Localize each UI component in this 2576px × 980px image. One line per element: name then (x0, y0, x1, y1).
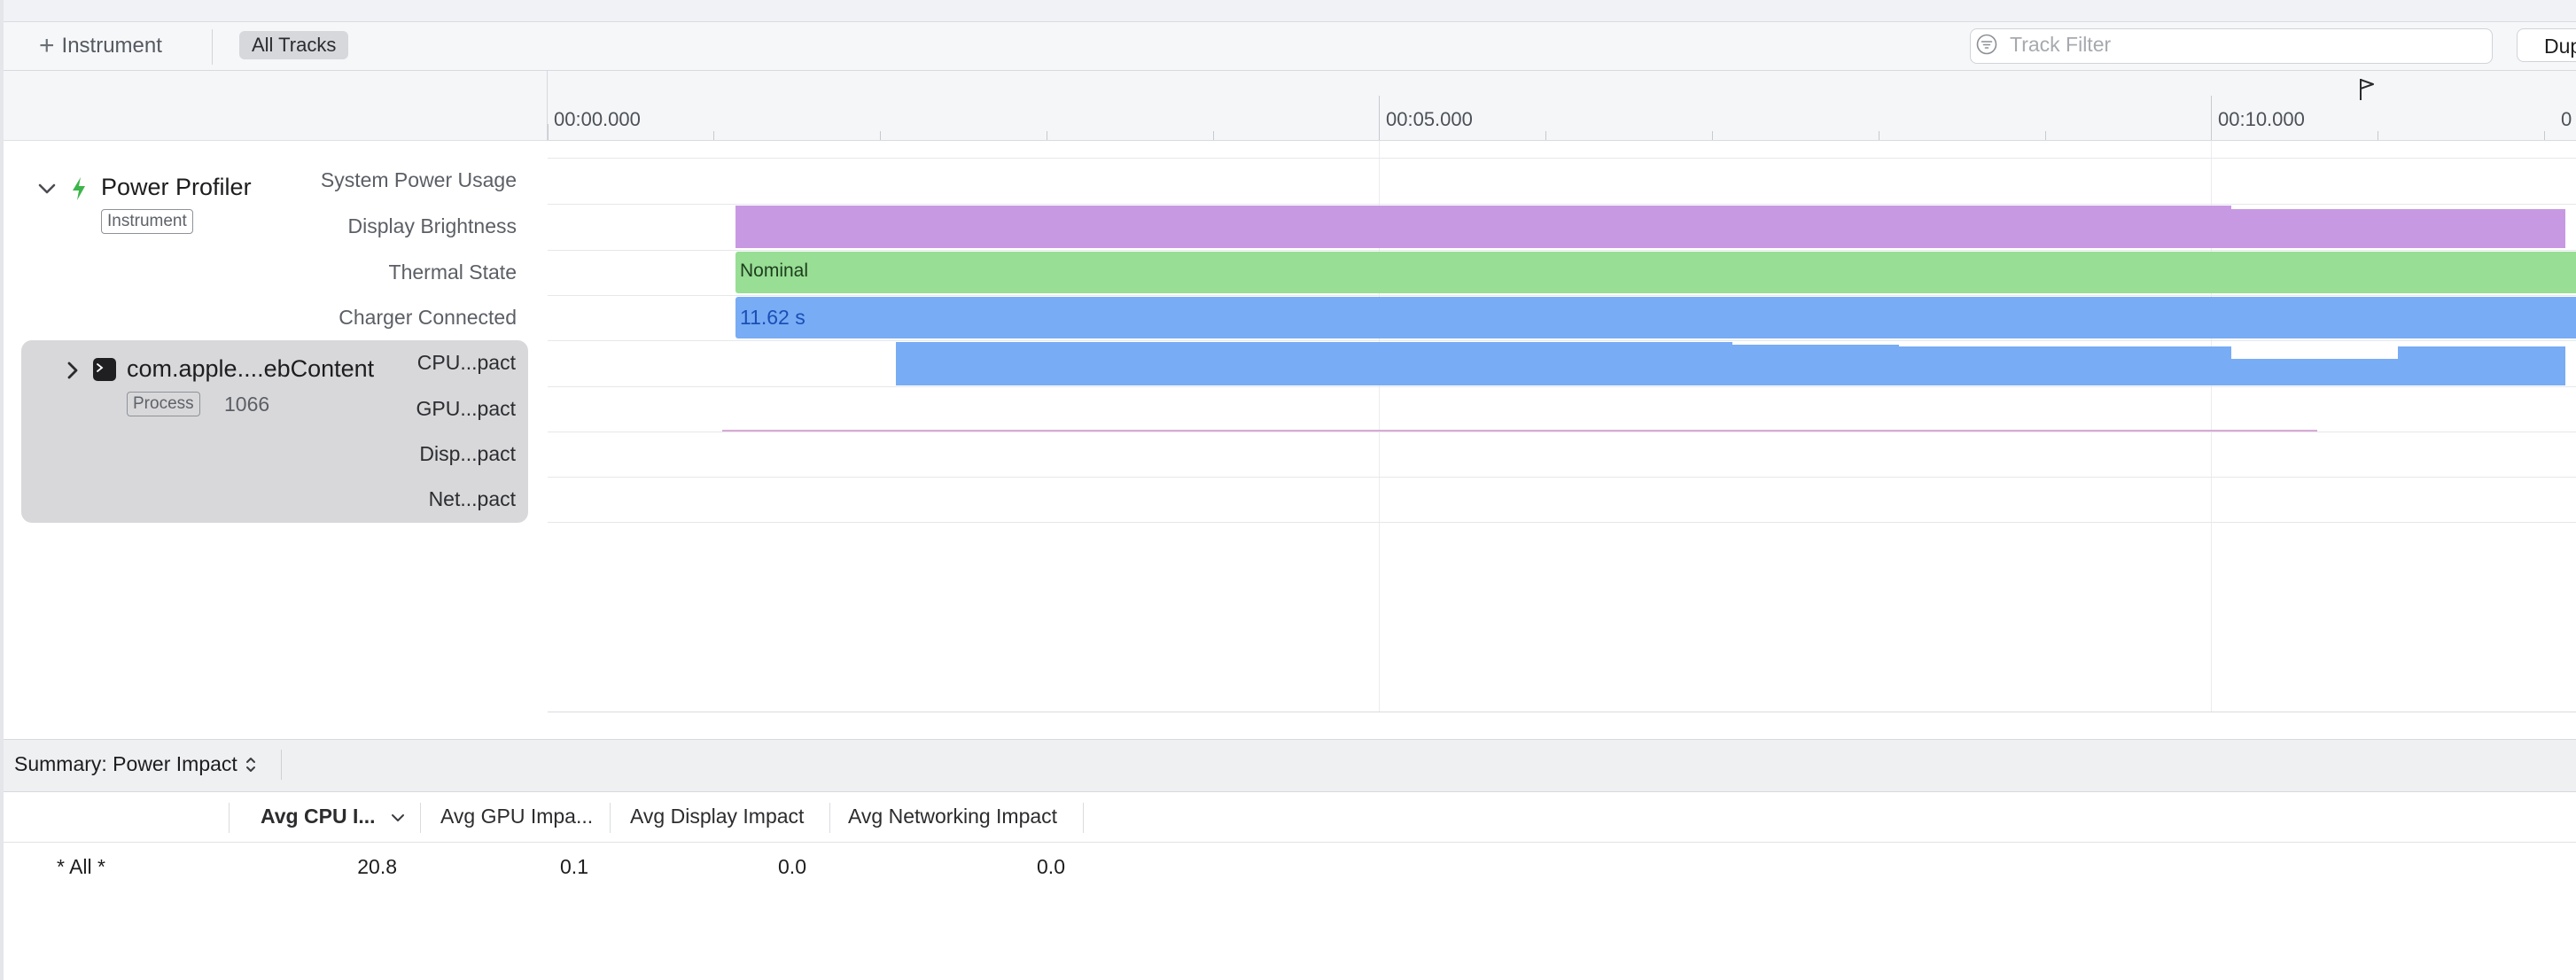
ruler-tick-label: 00:00.000 (554, 108, 641, 130)
track-label-gpu-impact: GPU...pact (416, 397, 516, 420)
display-brightness-bar[interactable] (735, 206, 2231, 248)
bolt-icon (73, 177, 85, 200)
column-separator (829, 803, 830, 833)
row-separator (548, 477, 2576, 478)
row-separator (548, 386, 2576, 387)
track-label-thermal-state: Thermal State (388, 261, 517, 284)
gpu-impact-line[interactable] (722, 430, 2317, 432)
column-header-avg-cpu[interactable]: Avg CPU I... (261, 805, 376, 828)
summary-label: Summary: Power Impact (14, 752, 237, 775)
ruler-tick (1379, 96, 1380, 140)
row-separator (548, 204, 2576, 205)
instrument-badge: Instrument (101, 209, 193, 234)
filter-icon (1976, 34, 1997, 55)
thermal-state-bar[interactable] (735, 252, 2576, 293)
cpu-impact-bar[interactable] (1899, 346, 2231, 385)
row-separator (548, 295, 2576, 296)
charger-connected-bar[interactable] (735, 297, 2576, 338)
track-label-charger-connected: Charger Connected (339, 306, 517, 329)
column-separator (229, 803, 230, 833)
row-separator (548, 340, 2576, 341)
table-cell-cpu: 20.8 (357, 855, 397, 878)
table-cell-gpu: 0.1 (560, 855, 588, 878)
column-header-avg-networking[interactable]: Avg Networking Impact (848, 805, 1057, 828)
add-instrument-label: Instrument (61, 34, 162, 58)
summary-separator (281, 750, 282, 780)
ruler-tick (2211, 96, 2212, 140)
column-header-avg-display[interactable]: Avg Display Impact (630, 805, 804, 828)
chevron-down-icon[interactable] (35, 177, 58, 200)
table-row-name[interactable]: * All * (57, 855, 105, 879)
track-label-cpu-impact: CPU...pact (416, 351, 516, 374)
track-label-display-impact: Disp...pact (419, 442, 516, 465)
display-brightness-bar[interactable] (2231, 209, 2565, 248)
summary-bar (4, 739, 2576, 792)
cpu-impact-bar[interactable] (896, 342, 1732, 385)
column-separator (610, 803, 611, 833)
column-separator (420, 803, 421, 833)
dup-button[interactable]: Dup (2517, 28, 2576, 62)
terminal-icon (93, 358, 116, 381)
track-label-networking-impact: Net...pact (428, 487, 516, 510)
add-instrument-button[interactable]: + Instrument (39, 31, 162, 61)
updown-chevron-icon (245, 757, 255, 772)
cpu-impact-bar[interactable] (1732, 345, 1899, 385)
ruler-tick (1712, 131, 1713, 140)
plus-icon: + (39, 31, 55, 60)
thermal-state-text: Nominal (740, 261, 809, 281)
instrument-name: Power Profiler (101, 174, 252, 200)
process-badge: Process (127, 392, 200, 416)
all-tracks-button[interactable]: All Tracks (239, 31, 349, 59)
sort-chevron-icon[interactable] (390, 810, 406, 826)
summary-selector[interactable]: Summary: Power Impact (14, 752, 257, 776)
window-top-strip (0, 0, 2576, 22)
ruler-tick (2544, 131, 2545, 140)
ruler-left-blank (4, 71, 548, 141)
track-filter-placeholder: Track Filter (2010, 33, 2112, 56)
ruler-tick (880, 131, 881, 140)
row-separator (548, 158, 2576, 159)
ruler-tick-label: 00:05.000 (1386, 108, 1473, 130)
ruler-tick-label: 0 (2561, 108, 2572, 130)
table-cell-display: 0.0 (778, 855, 806, 878)
ruler-tick-label: 00:10.000 (2218, 108, 2305, 130)
ruler-tick (2045, 131, 2046, 140)
column-separator (1083, 803, 1084, 833)
cpu-impact-bar[interactable] (2231, 359, 2398, 385)
table-cell-networking: 0.0 (1037, 855, 1065, 878)
charger-connected-text: 11.62 s (740, 306, 805, 329)
cpu-impact-bar[interactable] (2398, 346, 2565, 385)
ruler-tick (1545, 131, 1546, 140)
flag-icon[interactable] (2357, 77, 2377, 102)
track-label-display-brightness: Display Brightness (347, 214, 517, 237)
ruler-tick (1213, 131, 1214, 140)
toolbar-separator (212, 29, 213, 65)
row-separator (548, 522, 2576, 523)
track-label-system-power: System Power Usage (320, 168, 517, 191)
chevron-right-icon[interactable] (62, 358, 83, 383)
ruler-tick (713, 131, 714, 140)
row-separator (548, 250, 2576, 251)
column-header-avg-gpu[interactable]: Avg GPU Impa... (440, 805, 593, 828)
ruler-tick (548, 124, 549, 140)
